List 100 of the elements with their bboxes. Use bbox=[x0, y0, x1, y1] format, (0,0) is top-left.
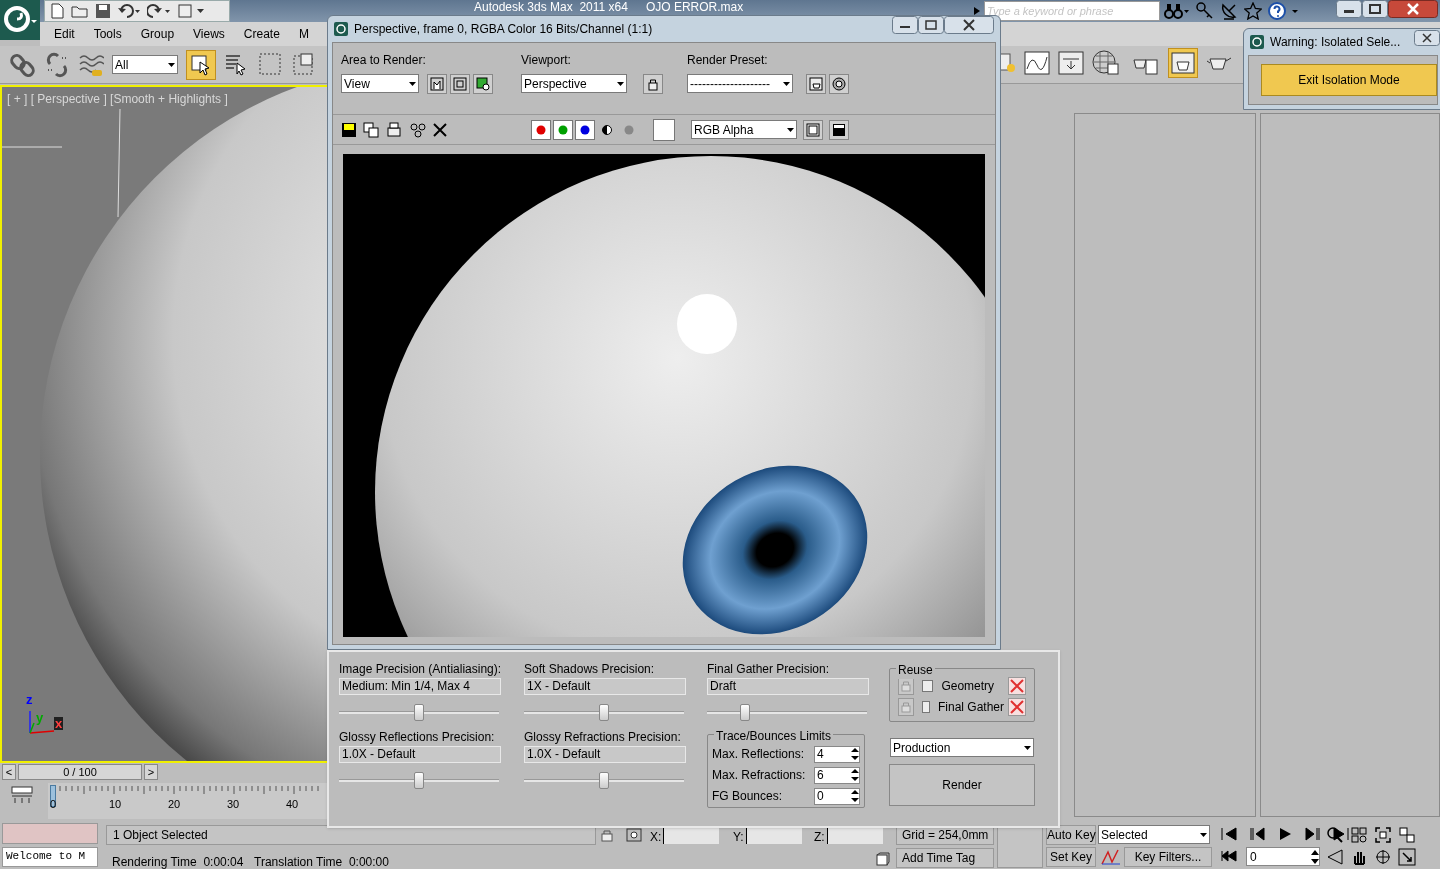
area-to-render-dropdown[interactable]: View bbox=[341, 74, 419, 93]
help-icon[interactable] bbox=[1268, 2, 1300, 20]
render-setup-button[interactable] bbox=[806, 74, 826, 94]
lock-viewport-button[interactable] bbox=[643, 74, 663, 94]
set-key-button[interactable]: Set Key bbox=[1046, 847, 1096, 867]
time-slider-thumb[interactable]: 0 / 100 bbox=[18, 764, 142, 780]
search-field[interactable]: Type a keyword or phrase bbox=[984, 1, 1160, 21]
precision-slider[interactable] bbox=[339, 703, 499, 722]
key-mode-toggle-icon[interactable] bbox=[1220, 849, 1238, 863]
redo-icon[interactable] bbox=[147, 3, 171, 19]
render-button[interactable]: Render bbox=[889, 764, 1035, 806]
toggle-track-bar-icon[interactable] bbox=[11, 786, 33, 804]
zoom-extents-all-icon[interactable] bbox=[1398, 826, 1416, 844]
undo-icon[interactable] bbox=[117, 3, 141, 19]
previous-frame-button[interactable]: < bbox=[2, 764, 16, 780]
next-frame-button[interactable]: > bbox=[144, 764, 158, 780]
unlink-icon[interactable] bbox=[44, 51, 70, 78]
checkbox-label[interactable]: Geometry bbox=[941, 677, 1000, 695]
precision-slider[interactable] bbox=[524, 771, 684, 790]
delete-cache-icon[interactable] bbox=[1008, 677, 1026, 695]
render-preset-dropdown[interactable]: -------------------- bbox=[687, 74, 793, 93]
go-to-end-icon[interactable] bbox=[1332, 826, 1350, 842]
isolate-toggle-icon[interactable] bbox=[876, 852, 890, 866]
precision-slider[interactable] bbox=[707, 703, 867, 722]
absolute-mode-icon[interactable] bbox=[626, 828, 642, 842]
key-tangent-icon[interactable] bbox=[1100, 848, 1122, 866]
auto-key-button[interactable]: Auto Key bbox=[1046, 825, 1096, 845]
menu-item[interactable]: Tools bbox=[93, 25, 122, 43]
maximize-icon[interactable] bbox=[918, 16, 944, 34]
script-listener-field[interactable] bbox=[2, 823, 98, 844]
save-image-icon[interactable] bbox=[341, 121, 357, 138]
close-icon[interactable] bbox=[1388, 0, 1438, 18]
teapots-icon[interactable] bbox=[409, 121, 427, 138]
print-icon[interactable] bbox=[385, 121, 403, 138]
open-folder-icon[interactable] bbox=[71, 3, 89, 19]
selection-filter-dropdown[interactable]: All bbox=[112, 55, 178, 74]
minimize-icon[interactable] bbox=[892, 16, 918, 34]
toggle-ui-overlay-button[interactable] bbox=[803, 119, 823, 140]
previous-frame-icon[interactable] bbox=[1248, 826, 1266, 842]
edit-region-button[interactable] bbox=[427, 74, 447, 94]
next-frame-icon[interactable] bbox=[1304, 826, 1322, 842]
binoculars-icon[interactable] bbox=[1164, 2, 1190, 20]
zoom-extents-icon[interactable] bbox=[1374, 826, 1392, 844]
color-swatch[interactable] bbox=[653, 118, 675, 141]
save-icon[interactable] bbox=[95, 3, 111, 19]
menu-item[interactable]: M bbox=[298, 25, 309, 43]
new-file-icon[interactable] bbox=[49, 3, 65, 19]
precision-slider[interactable] bbox=[524, 703, 684, 722]
precision-slider[interactable] bbox=[339, 771, 499, 790]
zoom-icon[interactable] bbox=[1326, 826, 1344, 844]
region-render-button[interactable] bbox=[473, 74, 493, 94]
number-field[interactable]: 6 bbox=[814, 766, 860, 784]
app-logo-icon[interactable] bbox=[0, 0, 40, 40]
slider-thumb[interactable] bbox=[414, 772, 424, 789]
menu-item[interactable]: Edit bbox=[54, 25, 75, 43]
maximize-viewport-icon[interactable] bbox=[1398, 848, 1416, 866]
satellite-dish-icon[interactable] bbox=[1220, 2, 1238, 20]
lock-icon[interactable] bbox=[600, 828, 614, 842]
slider-thumb[interactable] bbox=[599, 772, 609, 789]
star-icon[interactable] bbox=[1244, 2, 1262, 20]
checkbox[interactable] bbox=[922, 680, 934, 692]
link-icon[interactable] bbox=[10, 51, 36, 78]
key-mode-dropdown[interactable]: Selected bbox=[1098, 825, 1210, 844]
zoom-all-icon[interactable] bbox=[1350, 826, 1368, 844]
key-icon[interactable] bbox=[1196, 2, 1214, 20]
viewport-dropdown[interactable]: Perspective bbox=[521, 74, 627, 93]
checkbox[interactable] bbox=[922, 701, 930, 713]
channel-toggle[interactable] bbox=[531, 119, 551, 140]
expand-arrow-icon[interactable] bbox=[974, 7, 980, 15]
field-of-view-icon[interactable] bbox=[1326, 848, 1344, 866]
close-icon[interactable] bbox=[944, 16, 994, 34]
minimize-icon[interactable] bbox=[1336, 0, 1362, 18]
display-channel-dropdown[interactable]: RGB Alpha bbox=[691, 120, 797, 139]
coordinate-field[interactable] bbox=[746, 828, 802, 844]
add-time-tag-field[interactable]: Add Time Tag bbox=[896, 848, 994, 868]
number-field[interactable]: 4 bbox=[814, 745, 860, 763]
delete-cache-icon[interactable] bbox=[1008, 698, 1026, 716]
key-filters-button[interactable]: Key Filters... bbox=[1124, 847, 1212, 867]
menu-item[interactable]: Views bbox=[193, 25, 225, 43]
orbit-icon[interactable] bbox=[1374, 848, 1392, 866]
curve-editor-icon[interactable] bbox=[1024, 51, 1050, 75]
render-mode-dropdown[interactable]: Production bbox=[890, 738, 1034, 757]
clear-icon[interactable] bbox=[433, 122, 447, 137]
exit-isolation-mode-button[interactable]: Exit Isolation Mode bbox=[1261, 64, 1437, 96]
auto-region-button[interactable] bbox=[450, 74, 470, 94]
rendered-frame-window-button[interactable] bbox=[1168, 48, 1198, 78]
slider-thumb[interactable] bbox=[599, 704, 609, 721]
schematic-view-icon[interactable] bbox=[1058, 51, 1084, 75]
select-object-button[interactable] bbox=[186, 49, 216, 80]
toggle-ui-button[interactable] bbox=[829, 119, 849, 140]
track-bar[interactable]: 0 10 20 30 40 bbox=[48, 783, 327, 819]
environment-effects-button[interactable] bbox=[829, 74, 849, 94]
menu-item[interactable]: Group bbox=[140, 25, 175, 43]
channel-toggle[interactable] bbox=[575, 119, 595, 140]
material-editor-icon[interactable] bbox=[1092, 50, 1122, 76]
go-to-start-icon[interactable] bbox=[1220, 826, 1238, 842]
number-field[interactable]: 0 bbox=[814, 787, 860, 805]
menu-item[interactable]: Create bbox=[243, 25, 280, 43]
current-frame-field[interactable]: 0 bbox=[1246, 847, 1320, 866]
frame-marker[interactable] bbox=[50, 785, 56, 807]
